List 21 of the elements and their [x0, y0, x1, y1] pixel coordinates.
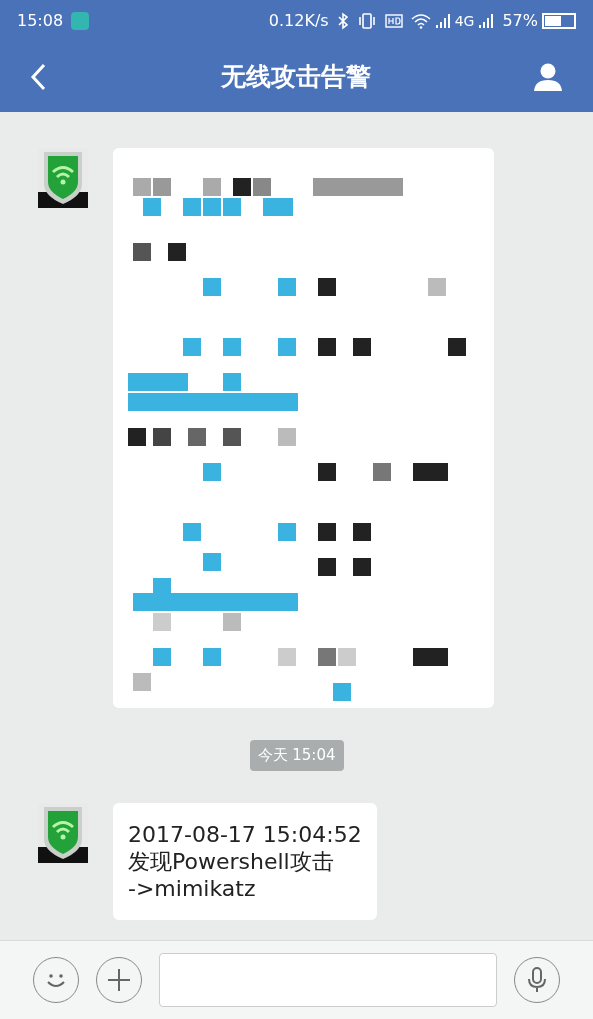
network-type: 4G [454, 11, 475, 31]
wifi-icon [410, 13, 431, 29]
network-speed: 0.12K/s [268, 10, 329, 32]
message-line: 发现Powershell攻击 [128, 847, 335, 875]
microphone-icon [526, 966, 548, 994]
message-line: 2017-08-17 15:04:52 [128, 820, 362, 848]
battery-icon [542, 13, 576, 29]
hd-icon [384, 14, 403, 28]
signal-icon [478, 13, 495, 29]
timestamp-pill: 今天 15:04 [249, 740, 344, 771]
message-line: ->mimikatz [128, 874, 257, 902]
person-icon[interactable] [533, 62, 563, 92]
status-time: 15:08 [17, 10, 64, 32]
signal-icon [434, 13, 451, 29]
window-title: 无线攻击告警 [219, 61, 372, 94]
bluetooth-icon [336, 12, 349, 30]
battery-percent: 57% [502, 10, 538, 32]
vibrate-icon [356, 13, 377, 29]
plus-icon [106, 967, 132, 993]
message-input-field[interactable] [159, 953, 497, 1007]
screenshot-icon [71, 12, 90, 30]
